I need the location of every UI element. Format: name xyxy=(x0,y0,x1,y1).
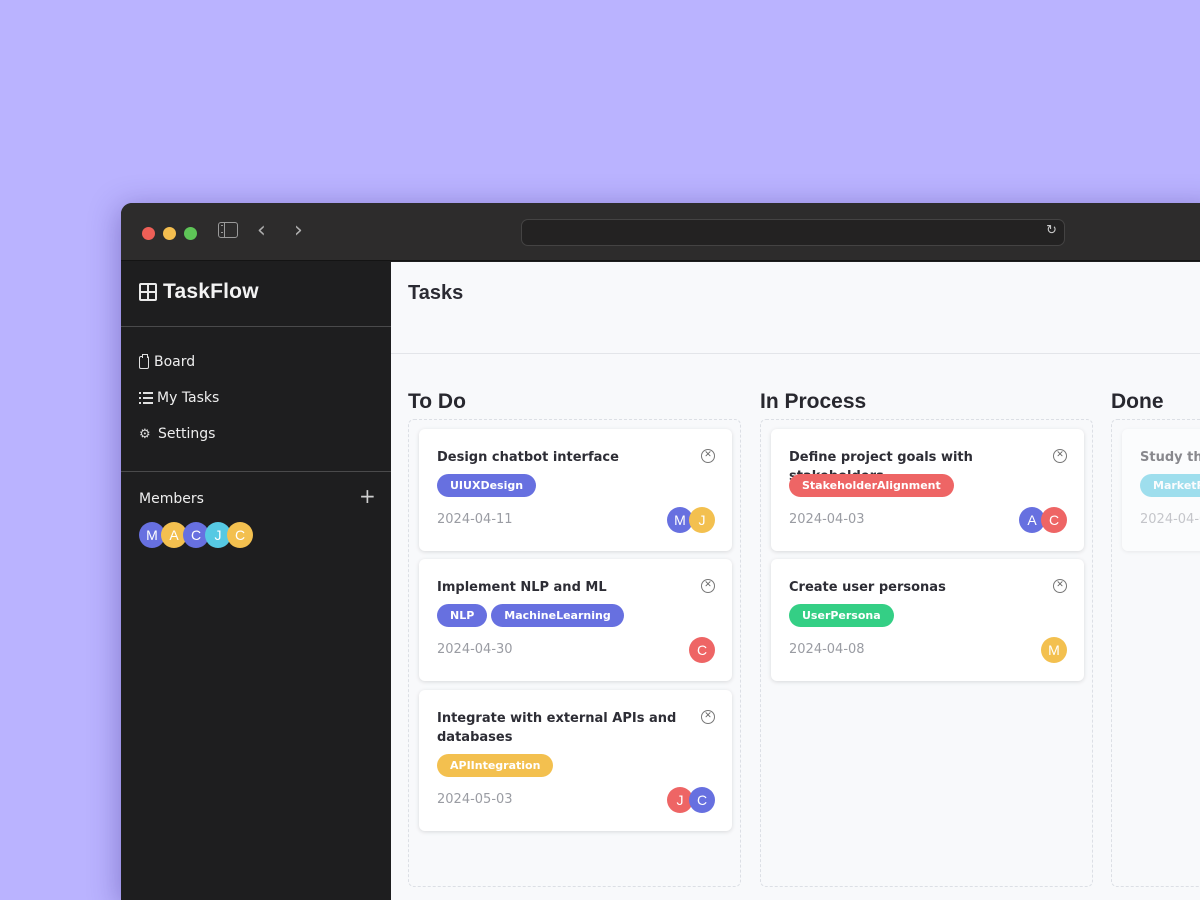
sidebar-item-label: Settings xyxy=(158,426,216,442)
close-circle-icon[interactable]: ✕ xyxy=(1053,449,1067,463)
address-bar[interactable]: ↻ xyxy=(521,219,1065,246)
plus-icon[interactable]: + xyxy=(359,484,376,508)
chevron-left-icon[interactable]: ‹ xyxy=(257,220,266,242)
task-due-date: 2024-04-03 xyxy=(789,512,865,527)
tag-badge[interactable]: UserPersona xyxy=(789,604,894,627)
column-title: To Do xyxy=(408,390,466,413)
members-label: Members xyxy=(139,491,204,507)
tag-badge[interactable]: APIIntegration xyxy=(437,754,554,777)
task-title: Study the xyxy=(1140,450,1200,465)
maximize-window-button[interactable] xyxy=(184,227,197,240)
tag-badge[interactable]: NLP xyxy=(437,604,488,627)
browser-titlebar: ‹ › ↻ xyxy=(121,203,1200,261)
task-card[interactable]: Implement NLP and ML ✕ NLP MachineLearning 2… xyxy=(419,559,732,681)
avatar[interactable]: C xyxy=(1041,507,1067,533)
task-tags: UIUXDesign xyxy=(437,474,540,497)
sidebar-item-board[interactable]: Board xyxy=(139,353,196,370)
page-header: Tasks xyxy=(391,262,1200,354)
gear-icon: ⚙ xyxy=(139,426,151,442)
sidebar-item-label: My Tasks xyxy=(157,390,220,406)
avatar[interactable]: C xyxy=(227,522,253,548)
close-circle-icon[interactable]: ✕ xyxy=(1053,579,1067,593)
brand[interactable]: TaskFlow xyxy=(139,280,259,304)
close-window-button[interactable] xyxy=(142,227,155,240)
grid-icon xyxy=(139,283,157,301)
avatar[interactable]: C xyxy=(689,637,715,663)
minimize-window-button[interactable] xyxy=(163,227,176,240)
column-dropzone[interactable]: Define project goals with stakeholders✕S… xyxy=(760,419,1093,887)
task-due-date: 2024-04-08 xyxy=(789,642,865,657)
column-title: Done xyxy=(1111,390,1164,413)
avatar[interactable]: J xyxy=(689,507,715,533)
task-tags: NLP MachineLearning xyxy=(437,604,628,627)
app-name: TaskFlow xyxy=(163,280,259,303)
reload-icon[interactable]: ↻ xyxy=(1046,223,1057,238)
sidebar-item-settings[interactable]: ⚙ Settings xyxy=(139,426,215,442)
tag-badge[interactable]: MarketRe xyxy=(1140,474,1200,497)
avatar[interactable]: M xyxy=(1041,637,1067,663)
task-due-date: 2024-04-11 xyxy=(437,512,513,527)
task-title: Design chatbot interface xyxy=(437,450,619,465)
task-card[interactable]: Design chatbot interface ✕ UIUXDesign 2024-… xyxy=(419,429,732,551)
task-tags: UserPersona xyxy=(789,604,898,627)
divider xyxy=(121,471,391,472)
avatar[interactable]: C xyxy=(689,787,715,813)
task-tags: APIIntegration xyxy=(437,754,557,777)
task-title: Integrate with external APIs and databas… xyxy=(437,711,677,745)
tag-badge[interactable]: MachineLearning xyxy=(491,604,624,627)
sidebar-toggle-icon[interactable] xyxy=(218,222,238,238)
sidebar: TaskFlow Board My Tasks ⚙ Settings Membe… xyxy=(121,262,391,900)
task-due-date: 2024-04-30 xyxy=(437,642,513,657)
task-tags: StakeholderAlignment xyxy=(789,474,958,497)
tag-badge[interactable]: StakeholderAlignment xyxy=(789,474,954,497)
task-assignees: AC xyxy=(1019,507,1067,533)
task-card[interactable]: Study the MarketRe 2024-04-0 xyxy=(1122,429,1200,551)
column-dropzone[interactable]: Design chatbot interface ✕ UIUXDesign 2024-… xyxy=(408,419,741,887)
task-title: Implement NLP and ML xyxy=(437,580,607,595)
task-title: Create user personas xyxy=(789,580,946,595)
clipboard-icon xyxy=(139,353,149,369)
sidebar-item-my-tasks[interactable]: My Tasks xyxy=(139,390,219,406)
list-icon xyxy=(139,392,153,404)
task-card[interactable]: Integrate with external APIs and databas… xyxy=(419,690,732,831)
tag-badge[interactable]: UIUXDesign xyxy=(437,474,537,497)
main-content: Tasks To Do Design chatbot interface ✕ UIUX… xyxy=(391,262,1200,900)
task-card[interactable]: Create user personas ✕ UserPersona 2024-04-… xyxy=(771,559,1084,681)
divider xyxy=(121,326,391,327)
task-due-date: 2024-04-0 xyxy=(1140,512,1200,527)
task-assignees: M xyxy=(1041,637,1067,663)
task-assignees: JC xyxy=(667,787,715,813)
close-circle-icon[interactable]: ✕ xyxy=(701,579,715,593)
member-avatars: MACJC xyxy=(139,522,253,548)
column-dropzone[interactable]: Study the MarketRe 2024-04-0 xyxy=(1111,419,1200,887)
browser-window: ‹ › ↻ TaskFlow Board My Tasks ⚙ Settings xyxy=(121,203,1200,900)
column-title: In Process xyxy=(760,390,867,413)
close-circle-icon[interactable]: ✕ xyxy=(701,449,715,463)
chevron-right-icon[interactable]: › xyxy=(294,220,303,242)
task-due-date: 2024-05-03 xyxy=(437,792,513,807)
task-tags: MarketRe xyxy=(1140,474,1200,497)
sidebar-item-label: Board xyxy=(154,354,196,370)
task-card[interactable]: Define project goals with stakeholders✕S… xyxy=(771,429,1084,551)
page-title: Tasks xyxy=(408,282,464,304)
task-assignees: MJ xyxy=(667,507,715,533)
close-circle-icon[interactable]: ✕ xyxy=(701,710,715,724)
task-assignees: C xyxy=(689,637,715,663)
